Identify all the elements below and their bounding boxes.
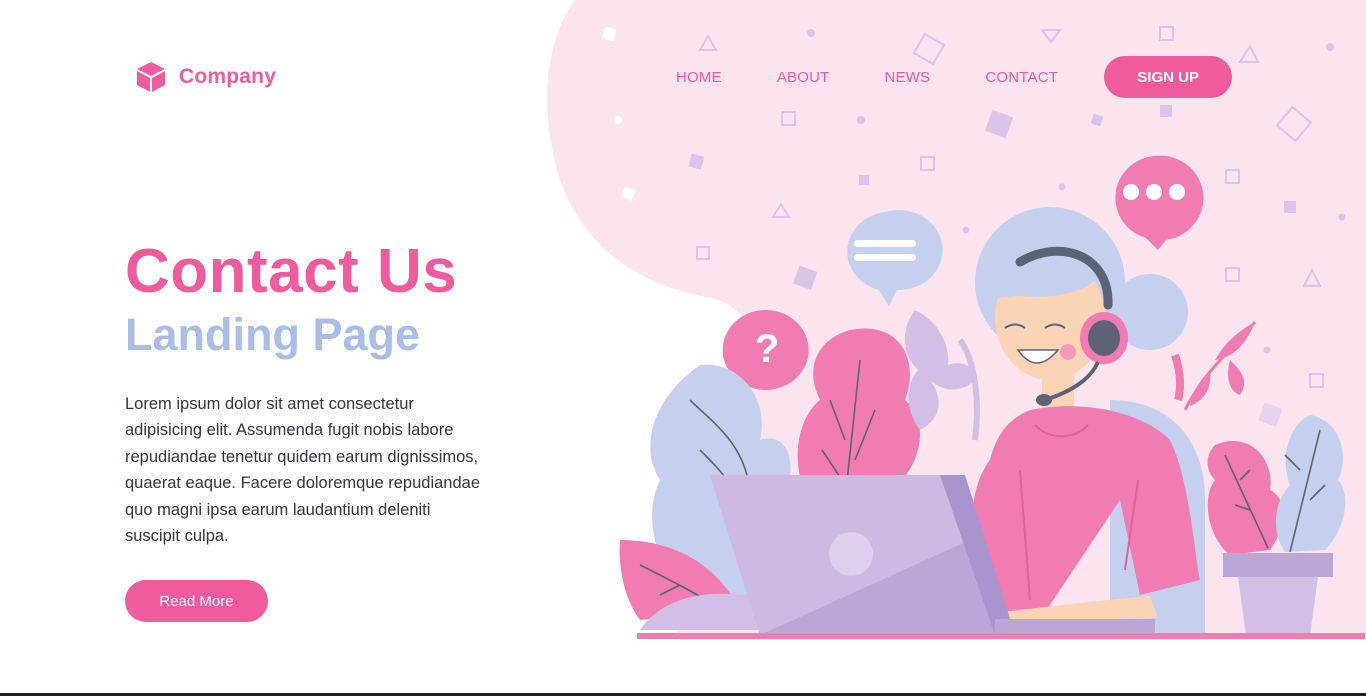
nav-home-link[interactable]: HOME — [676, 69, 722, 86]
main-nav: HOME ABOUT NEWS CONTACT SIGN UP — [676, 56, 1233, 98]
brand-name: Company — [179, 65, 277, 88]
read-more-button[interactable]: Read More — [125, 580, 268, 622]
plant-pot — [1238, 577, 1318, 635]
nav-news-link[interactable]: NEWS — [885, 69, 931, 86]
plant-pot-rim — [1223, 553, 1333, 577]
nav-contact-link[interactable]: CONTACT — [985, 69, 1058, 86]
hero-description: Lorem ipsum dolor sit amet consectetur a… — [125, 395, 481, 546]
svg-text:?: ? — [755, 327, 779, 371]
hero-title: Contact Us — [125, 237, 458, 306]
brand-logo[interactable]: Company — [135, 60, 276, 94]
cube-icon — [137, 62, 165, 92]
hero-subtitle: Landing Page — [125, 309, 421, 360]
desk — [637, 633, 1365, 639]
sign-up-button[interactable]: SIGN UP — [1104, 56, 1233, 98]
nav-about-link[interactable]: ABOUT — [777, 69, 830, 86]
